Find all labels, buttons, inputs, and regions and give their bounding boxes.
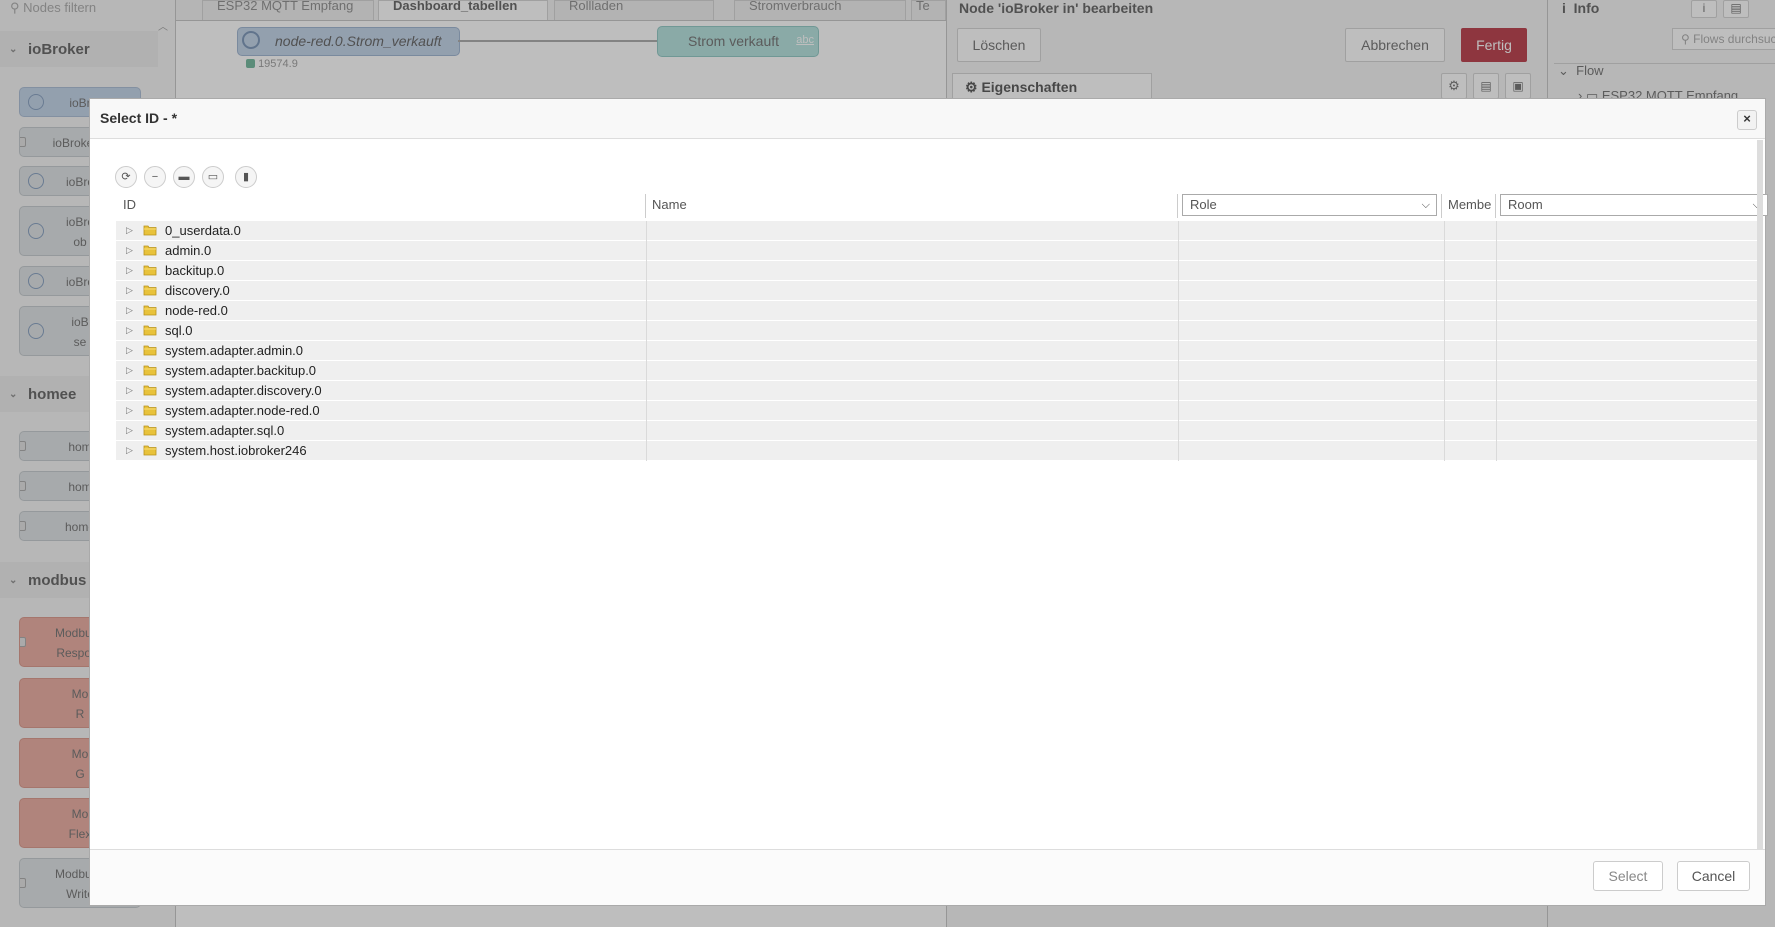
expand-icon[interactable]: ▷ (126, 285, 133, 296)
folder-open-icon[interactable]: ▭ (202, 166, 224, 188)
dialog-titlebar: Select ID - * × (90, 99, 1765, 139)
expand-icon[interactable]: ▷ (126, 405, 133, 416)
cancel-button[interactable]: Cancel (1677, 861, 1750, 891)
tree-row[interactable]: ▷ system.adapter.admin.0 (116, 341, 1761, 361)
object-tree: ▷ 0_userdata.0 ▷ admin.0 ▷ backitup.0 ▷ discove… (116, 221, 1761, 461)
tree-row[interactable]: ▷ discovery.0 (116, 281, 1761, 301)
tree-row-label: system.host.iobroker246 (165, 443, 307, 458)
tree-row-label: sql.0 (165, 323, 193, 338)
folder-icon (143, 345, 157, 356)
column-header-members: Membe (1448, 197, 1492, 212)
expand-icon[interactable]: ▷ (126, 425, 133, 436)
folder-icon (143, 225, 157, 236)
folder-icon (143, 245, 157, 256)
folder-icon (143, 445, 157, 456)
tree-row-label: system.adapter.admin.0 (165, 343, 304, 358)
expand-icon[interactable]: ▷ (126, 385, 133, 396)
dialog-footer: Select Cancel (90, 849, 1765, 905)
dialog-title: Select ID - * (100, 110, 178, 126)
folder-closed-icon[interactable]: ▬ (173, 166, 195, 188)
folder-icon (143, 305, 157, 316)
tree-row-label: discovery.0 (165, 283, 230, 298)
expand-icon[interactable]: ▷ (126, 265, 133, 276)
tree-row[interactable]: ▷ backitup.0 (116, 261, 1761, 281)
tree-row-label: admin.0 (165, 243, 212, 258)
folder-icon (143, 405, 157, 416)
close-icon[interactable]: × (1737, 110, 1757, 130)
role-filter-select[interactable]: Role ⌵ (1182, 194, 1437, 216)
expand-icon[interactable]: ▷ (126, 345, 133, 356)
tree-header: ID Name Role⌵ Membe Room⌵ (115, 192, 1768, 218)
column-header-id: ID (123, 197, 136, 212)
tree-row[interactable]: ▷ sql.0 (116, 321, 1761, 341)
tree-row[interactable]: ▷ system.host.iobroker246 (116, 441, 1761, 461)
tree-row[interactable]: ▷ node-red.0 (116, 301, 1761, 321)
select-id-dialog: Select ID - * × ⟳ − ▬ ▭ ▮ ID Name Role ⌵ … (89, 98, 1768, 906)
expand-icon[interactable]: ▷ (126, 225, 133, 236)
folder-icon (143, 365, 157, 376)
tree-row[interactable]: ▷ 0_userdata.0 (116, 221, 1761, 241)
folder-icon (143, 385, 157, 396)
tree-row-label: system.adapter.discovery.0 (165, 383, 322, 398)
tree-row[interactable]: ▷ system.adapter.backitup.0 (116, 361, 1761, 381)
column-header-name: Name (652, 197, 687, 212)
tree-row-label: system.adapter.sql.0 (165, 423, 285, 438)
tree-row[interactable]: ▷ system.adapter.node-red.0 (116, 401, 1761, 421)
expand-icon[interactable]: ▷ (126, 445, 133, 456)
expand-icon[interactable]: ▷ (126, 325, 133, 336)
select-button[interactable]: Select (1593, 861, 1663, 891)
scrollbar[interactable] (1757, 140, 1763, 855)
expand-icon[interactable]: ▷ (126, 305, 133, 316)
room-filter-select[interactable]: Room⌵ (1500, 194, 1768, 216)
tree-row-label: 0_userdata.0 (165, 223, 241, 238)
folder-icon (143, 425, 157, 436)
tree-row-label: node-red.0 (165, 303, 228, 318)
chevron-down-icon: ⌵ (1421, 199, 1430, 211)
tree-row[interactable]: ▷ system.adapter.sql.0 (116, 421, 1761, 441)
tree-row-label: backitup.0 (165, 263, 225, 278)
tree-row-label: system.adapter.node-red.0 (165, 403, 320, 418)
folder-icon (143, 325, 157, 336)
tree-row[interactable]: ▷ system.adapter.discovery.0 (116, 381, 1761, 401)
tree-row-label: system.adapter.backitup.0 (165, 363, 317, 378)
expand-icon[interactable]: ▷ (126, 245, 133, 256)
folder-icon (143, 265, 157, 276)
folder-icon (143, 285, 157, 296)
collapse-all-icon[interactable]: − (144, 166, 166, 188)
tree-row[interactable]: ▷ admin.0 (116, 241, 1761, 261)
refresh-icon[interactable]: ⟳ (115, 166, 137, 188)
expand-icon[interactable]: ▷ (126, 365, 133, 376)
book-icon[interactable]: ▮ (235, 166, 257, 188)
